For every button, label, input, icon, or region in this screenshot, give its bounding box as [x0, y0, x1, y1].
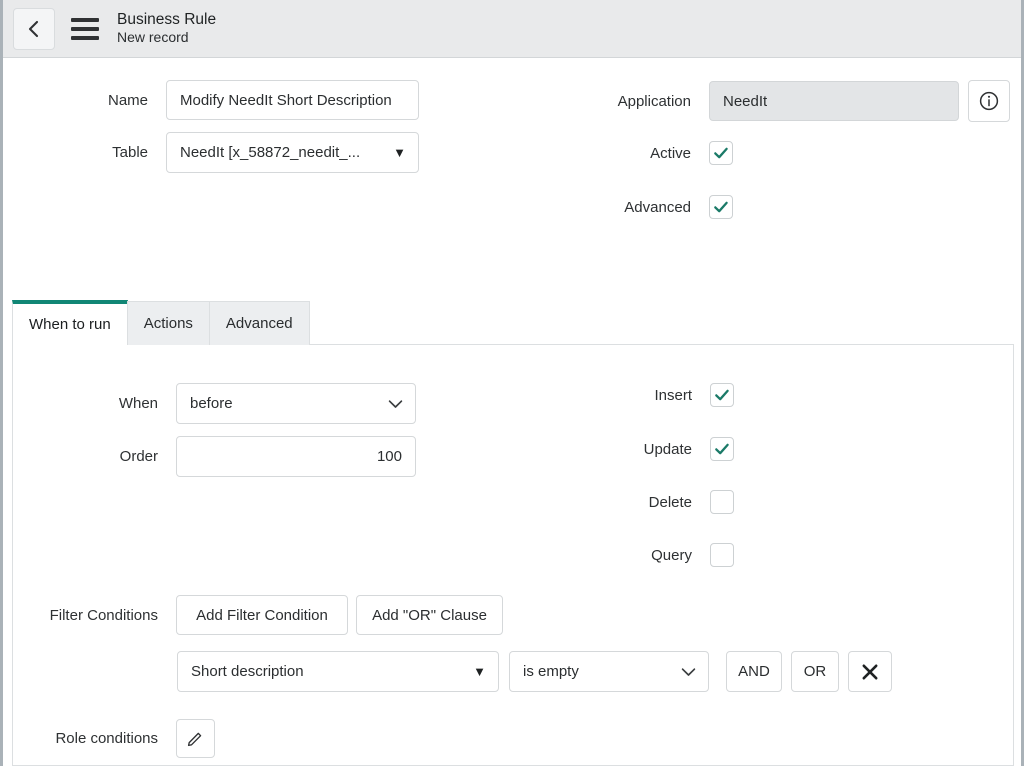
field-when: When before — [4, 383, 416, 424]
insert-checkbox[interactable] — [710, 383, 734, 407]
active-label: Active — [515, 145, 709, 162]
table-label: Table — [3, 144, 166, 161]
delete-label: Delete — [516, 494, 710, 511]
name-label: Name — [3, 92, 166, 109]
add-filter-condition-button[interactable]: Add Filter Condition — [176, 595, 348, 635]
tab-actions-label: Actions — [144, 315, 193, 332]
advanced-checkbox[interactable] — [709, 195, 733, 219]
header-title-group: Business Rule New record — [117, 10, 216, 48]
or-button[interactable]: OR — [791, 651, 839, 692]
page-title: Business Rule — [117, 10, 216, 30]
when-select-value: before — [190, 395, 233, 412]
business-rule-form-page: Business Rule New record Name Modify Nee… — [0, 0, 1024, 766]
tabs-section: When to run Actions Advanced When before — [12, 300, 1014, 766]
field-application: Application NeedIt — [515, 80, 1010, 122]
field-query: Query — [516, 543, 734, 567]
and-button-label: AND — [738, 663, 770, 680]
field-order: Order 100 — [4, 436, 416, 477]
role-conditions-edit-button[interactable] — [176, 719, 215, 758]
name-input-value: Modify NeedIt Short Description — [180, 92, 392, 109]
condition-operator-value: is empty — [523, 663, 579, 680]
page-subtitle: New record — [117, 29, 216, 47]
and-button[interactable]: AND — [726, 651, 782, 692]
pencil-edit-icon — [186, 729, 205, 748]
add-or-clause-label: Add "OR" Clause — [372, 607, 487, 624]
field-update: Update — [516, 437, 734, 461]
checkmark-icon — [713, 145, 729, 161]
chevron-left-icon — [26, 19, 42, 39]
checkmark-icon — [714, 441, 730, 457]
tab-advanced-label: Advanced — [226, 315, 293, 332]
when-to-run-panel: When before Order 100 Insert — [12, 344, 1014, 766]
when-label: When — [4, 395, 176, 412]
add-filter-condition-label: Add Filter Condition — [196, 607, 328, 624]
add-or-clause-button[interactable]: Add "OR" Clause — [356, 595, 503, 635]
condition-field-select[interactable]: Short description ▼ — [177, 651, 499, 692]
application-value: NeedIt — [723, 93, 767, 110]
delete-checkbox[interactable] — [710, 490, 734, 514]
field-name: Name Modify NeedIt Short Description — [3, 80, 419, 120]
application-label: Application — [515, 93, 709, 110]
close-x-icon — [860, 662, 880, 682]
chevron-down-icon — [681, 667, 696, 677]
chevron-down-icon: ▼ — [393, 146, 406, 159]
active-checkbox[interactable] — [709, 141, 733, 165]
advanced-label: Advanced — [515, 199, 709, 216]
field-role-conditions: Role conditions — [4, 719, 215, 758]
hamburger-menu-icon[interactable] — [71, 18, 99, 40]
application-input: NeedIt — [709, 81, 959, 121]
top-form-section: Name Modify NeedIt Short Description Tab… — [3, 58, 1021, 298]
condition-operator-select[interactable]: is empty — [509, 651, 709, 692]
filter-condition-row: Short description ▼ is empty AND OR — [177, 651, 892, 692]
field-insert: Insert — [516, 383, 734, 407]
insert-label: Insert — [516, 387, 710, 404]
app-header: Business Rule New record — [3, 0, 1021, 58]
update-label: Update — [516, 441, 710, 458]
chevron-down-icon: ▼ — [473, 665, 486, 678]
name-input[interactable]: Modify NeedIt Short Description — [166, 80, 419, 120]
remove-condition-button[interactable] — [848, 651, 892, 692]
role-conditions-label: Role conditions — [4, 730, 176, 747]
tab-when-to-run[interactable]: When to run — [12, 300, 128, 345]
or-button-label: OR — [804, 663, 827, 680]
table-select[interactable]: NeedIt [x_58872_needit_... ▼ — [166, 132, 419, 173]
tab-advanced[interactable]: Advanced — [209, 301, 310, 345]
when-select[interactable]: before — [176, 383, 416, 424]
order-input-value: 100 — [377, 448, 402, 465]
field-active: Active — [515, 141, 733, 165]
table-select-value: NeedIt [x_58872_needit_... — [180, 144, 360, 161]
condition-field-value: Short description — [191, 663, 304, 680]
chevron-down-icon — [388, 399, 403, 409]
application-info-button[interactable] — [968, 80, 1010, 122]
checkmark-icon — [714, 387, 730, 403]
info-circle-icon — [978, 90, 1000, 112]
tab-actions[interactable]: Actions — [127, 301, 210, 345]
query-label: Query — [516, 547, 710, 564]
field-advanced: Advanced — [515, 195, 733, 219]
order-label: Order — [4, 448, 176, 465]
order-input[interactable]: 100 — [176, 436, 416, 477]
field-filter-conditions: Filter Conditions Add Filter Condition A… — [4, 595, 503, 635]
filter-conditions-label: Filter Conditions — [4, 607, 176, 624]
field-delete: Delete — [516, 490, 734, 514]
update-checkbox[interactable] — [710, 437, 734, 461]
query-checkbox[interactable] — [710, 543, 734, 567]
checkmark-icon — [713, 199, 729, 215]
back-button[interactable] — [13, 8, 55, 50]
tab-when-to-run-label: When to run — [29, 316, 111, 333]
field-table: Table NeedIt [x_58872_needit_... ▼ — [3, 132, 419, 173]
tab-list: When to run Actions Advanced — [12, 300, 1014, 345]
